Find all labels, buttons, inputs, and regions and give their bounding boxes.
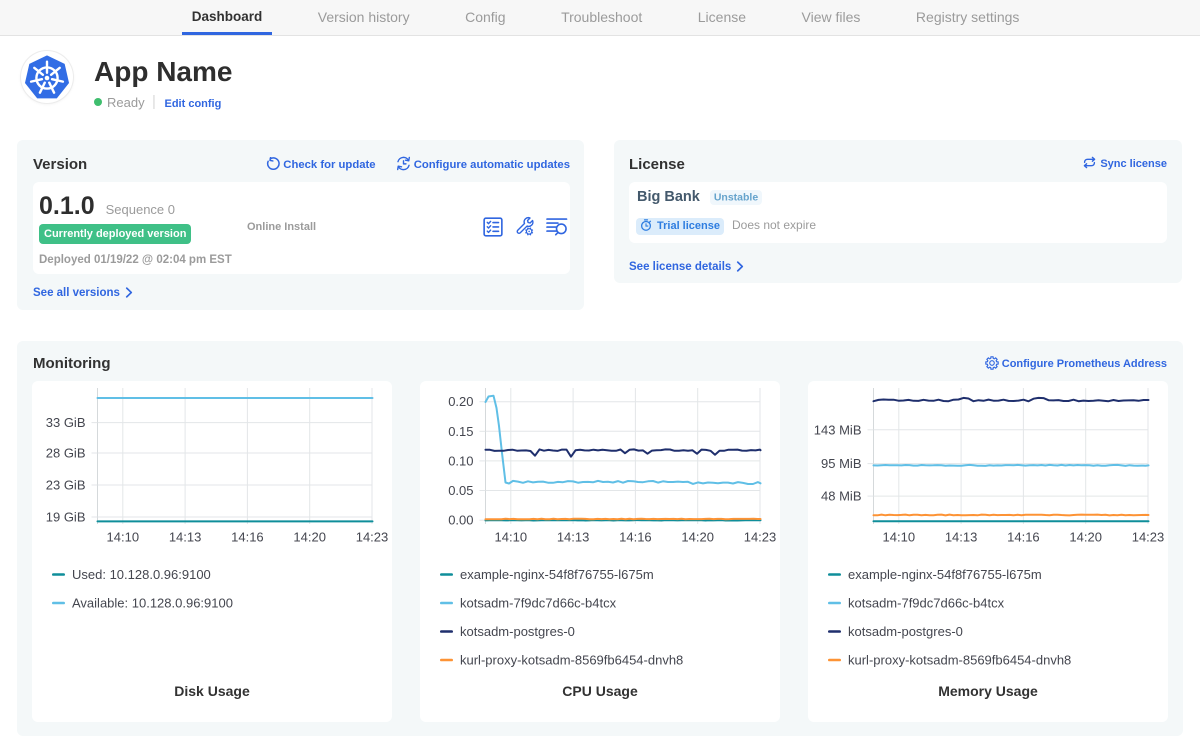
svg-text:14:10: 14:10 (883, 530, 916, 545)
svg-text:0.20: 0.20 (448, 394, 473, 409)
svg-text:95 MiB: 95 MiB (821, 456, 861, 471)
svg-text:0.05: 0.05 (448, 483, 473, 498)
svg-text:kotsadm-7f9dc7d66c-b4tcx: kotsadm-7f9dc7d66c-b4tcx (460, 596, 617, 611)
svg-text:14:16: 14:16 (231, 530, 264, 545)
svg-text:14:10: 14:10 (495, 530, 528, 545)
svg-text:kotsadm-7f9dc7d66c-b4tcx: kotsadm-7f9dc7d66c-b4tcx (848, 596, 1005, 611)
svg-text:kurl-proxy-kotsadm-8569fb6454-: kurl-proxy-kotsadm-8569fb6454-dnvh8 (460, 653, 683, 668)
svg-text:14:20: 14:20 (293, 530, 326, 545)
svg-text:example-nginx-54f8f76755-l675m: example-nginx-54f8f76755-l675m (460, 567, 654, 582)
svg-text:Available: 10.128.0.96:9100: Available: 10.128.0.96:9100 (72, 596, 233, 611)
svg-text:0.10: 0.10 (448, 453, 473, 468)
svg-text:14:13: 14:13 (557, 530, 590, 545)
svg-text:14:16: 14:16 (1007, 530, 1040, 545)
svg-text:Disk Usage: Disk Usage (174, 683, 250, 699)
svg-text:Memory Usage: Memory Usage (938, 683, 1038, 699)
svg-text:14:13: 14:13 (945, 530, 978, 545)
svg-text:14:16: 14:16 (619, 530, 652, 545)
svg-text:33 GiB: 33 GiB (46, 415, 86, 430)
svg-text:23 GiB: 23 GiB (46, 478, 86, 493)
svg-text:48 MiB: 48 MiB (821, 489, 861, 504)
svg-text:kotsadm-postgres-0: kotsadm-postgres-0 (848, 624, 963, 639)
svg-text:28 GiB: 28 GiB (46, 446, 86, 461)
svg-text:14:13: 14:13 (169, 530, 202, 545)
svg-text:14:23: 14:23 (744, 530, 777, 545)
svg-text:CPU Usage: CPU Usage (562, 683, 638, 699)
svg-text:Used: 10.128.0.96:9100: Used: 10.128.0.96:9100 (72, 567, 211, 582)
svg-text:14:23: 14:23 (356, 530, 389, 545)
svg-text:0.00: 0.00 (448, 513, 473, 528)
svg-text:kurl-proxy-kotsadm-8569fb6454-: kurl-proxy-kotsadm-8569fb6454-dnvh8 (848, 653, 1071, 668)
svg-text:14:23: 14:23 (1132, 530, 1165, 545)
svg-text:143 MiB: 143 MiB (814, 422, 862, 437)
svg-text:14:10: 14:10 (107, 530, 140, 545)
svg-text:0.15: 0.15 (448, 424, 473, 439)
svg-text:kotsadm-postgres-0: kotsadm-postgres-0 (460, 624, 575, 639)
svg-text:14:20: 14:20 (1069, 530, 1102, 545)
svg-text:14:20: 14:20 (681, 530, 714, 545)
svg-text:19 GiB: 19 GiB (46, 510, 86, 525)
svg-text:example-nginx-54f8f76755-l675m: example-nginx-54f8f76755-l675m (848, 567, 1042, 582)
